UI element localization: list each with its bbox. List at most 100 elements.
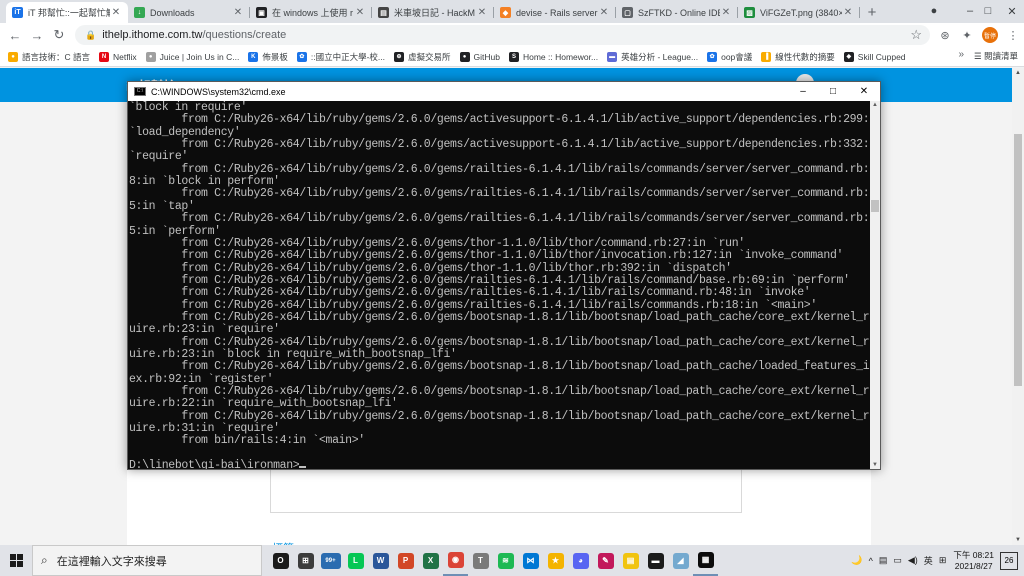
taskbar-app-cortana[interactable]: O [268, 545, 293, 576]
tab-close-icon[interactable]: ✕ [476, 7, 488, 18]
question-editor[interactable] [270, 467, 742, 513]
tab-close-icon[interactable]: ✕ [842, 7, 854, 18]
bookmark-item[interactable]: K 佈景板 [248, 48, 288, 66]
bookmark-item[interactable]: ✿::國立中正大學-校... [296, 48, 385, 66]
profile-avatar[interactable]: 暫停 [982, 27, 998, 43]
spotify-icon: ≋ [497, 552, 514, 569]
cmd-scroll-thumb[interactable] [871, 200, 879, 212]
address-url[interactable]: ithelp.ithome.com.tw/questions/create [102, 29, 286, 41]
back-button[interactable]: ← [4, 24, 26, 46]
browser-tab[interactable]: ▢ SzFTKD - Online IDE ✕ [616, 2, 738, 23]
taskbar-app-notes[interactable]: ▤ [618, 545, 643, 576]
bookmark-item[interactable]: ◆ Skill Cupped [843, 48, 906, 66]
bookmark-item[interactable]: S Home :: Homewor... [508, 48, 599, 66]
cmd-scroll-up-icon[interactable]: ▲ [870, 102, 880, 108]
taskbar-app-discord[interactable]: ◕ [568, 545, 593, 576]
cmd-output-line: from C:/Ruby26-x64/lib/ruby/gems/2.6.0/g… [129, 188, 870, 200]
scroll-up-arrow-icon[interactable]: ▲ [1012, 70, 1024, 76]
taskbar-app-typora[interactable]: T [468, 545, 493, 576]
browser-tab[interactable]: ↓ Downloads ✕ [128, 2, 250, 23]
forward-button[interactable]: → [26, 24, 48, 46]
taskbar-app-terminal[interactable]: ▬ [643, 545, 668, 576]
start-button[interactable] [0, 545, 32, 576]
taskbar-clock[interactable]: 下午 08:21 2021/8/27 [953, 550, 994, 572]
bookmark-favicon-icon: K [248, 51, 259, 62]
browser-tab[interactable]: ◆ devise - Rails server ✕ [494, 2, 616, 23]
cmd-title: C:\WINDOWS\system32\cmd.exe [151, 86, 286, 97]
reading-list-button[interactable]: ☰ 閱讀清單 [974, 50, 1018, 62]
cmd-close-button[interactable]: ✕ [849, 82, 879, 101]
bookmark-item[interactable]: N Netflix [99, 48, 137, 66]
taskbar-app-paint[interactable]: ✎ [593, 545, 618, 576]
page-scrollbar[interactable]: ▲ ▼ [1012, 68, 1024, 545]
tab-close-icon[interactable]: ✕ [720, 7, 732, 18]
page-scroll-thumb[interactable] [1014, 134, 1022, 386]
extensions-icon[interactable]: ✦ [956, 29, 978, 42]
bookmark-favicon-icon: N [99, 51, 110, 62]
address-bar[interactable]: 🔒 ithelp.ithome.com.tw/questions/create … [75, 25, 930, 45]
bookmark-item[interactable]: ● 語言技術：C 語言 [8, 48, 90, 66]
tab-search-icon[interactable]: ● [916, 0, 952, 22]
chrome-icon: ◉ [447, 551, 464, 568]
cmd-minimize-button[interactable]: – [788, 82, 818, 101]
extension-bubble-icon[interactable]: ⊛ [934, 29, 956, 42]
browser-tab[interactable]: ▤ 米車坡日記 - HackM ✕ [372, 2, 494, 23]
bookmark-item[interactable]: ⊕ 虛擬交易所 [393, 48, 451, 66]
tab-close-icon[interactable]: ✕ [354, 7, 366, 18]
cmd-line-text: uire.rb:22:in `require_with_bootsnap_lfi… [129, 397, 398, 411]
taskbar-search-placeholder: 在這裡輸入文字來搜尋 [56, 555, 167, 568]
ime-mode-icon[interactable]: ⊞ [939, 555, 947, 566]
cmd-maximize-button[interactable]: □ [818, 82, 848, 101]
browser-tab[interactable]: ▨ ViFGZeT.png (3840× ✕ [738, 2, 860, 23]
cmd-titlebar[interactable]: C:\ C:\WINDOWS\system32\cmd.exe – □ ✕ [128, 82, 880, 101]
weather-icon[interactable]: 🌙 [851, 555, 862, 566]
taskbar-app-chrome[interactable]: ◉ [443, 545, 468, 576]
reload-button[interactable]: ↻ [48, 24, 70, 46]
cmd-scroll-down-icon[interactable]: ▼ [870, 462, 880, 468]
close-window-button[interactable]: ✕ [994, 0, 1024, 22]
volume-icon[interactable]: ◀) [908, 555, 918, 566]
menu-kebab-icon[interactable]: ⋮ [1002, 29, 1024, 42]
cmd-scrollbar[interactable]: ▲ ▼ [870, 101, 880, 469]
taskbar-app-cmd[interactable]: ▦ [693, 545, 718, 576]
cmd-output[interactable]: `block in require' from C:/Ruby26-x64/li… [128, 101, 870, 469]
taskbar-app-store[interactable]: 99+ [318, 545, 343, 576]
taskbar-app-excel[interactable]: X [418, 545, 443, 576]
url-path: /questions/create [202, 29, 287, 41]
battery-icon[interactable]: ▭ [893, 555, 902, 566]
browser-tab[interactable]: ▣ 在 windows 上使用 r ✕ [250, 2, 372, 23]
browser-tab[interactable]: iT iT 邦幫忙::一起幫忙解 ✕ [6, 2, 128, 23]
taskbar-app-game[interactable]: ★ [543, 545, 568, 576]
bookmark-item[interactable]: ● GitHub [459, 48, 500, 66]
bookmark-item[interactable]: ✿ oop會議 [707, 48, 752, 66]
taskbar-app-sky[interactable]: ◢ [668, 545, 693, 576]
taskbar-app-spotify[interactable]: ≋ [493, 545, 518, 576]
network-icon[interactable]: ▤ [879, 555, 888, 566]
tab-title: 米車坡日記 - HackM [394, 8, 476, 18]
taskbar-app-word[interactable]: W [368, 545, 393, 576]
cmd-window[interactable]: C:\ C:\WINDOWS\system32\cmd.exe – □ ✕ `b… [127, 81, 881, 470]
cmd-line-text: from C:/Ruby26-x64/lib/ruby/gems/2.6.0/g… [129, 138, 870, 152]
taskbar-search-box[interactable]: ⌕ 在這裡輸入文字來搜尋 [32, 545, 262, 576]
cmd-line-text: from C:/Ruby26-x64/lib/ruby/gems/2.6.0/g… [129, 187, 870, 201]
notification-center-icon[interactable]: 26 [1000, 551, 1018, 570]
scroll-down-arrow-icon[interactable]: ▼ [1012, 537, 1024, 543]
tray-overflow-chevron-icon[interactable]: ^ [869, 556, 873, 566]
bookmark-star-icon[interactable]: ☆ [910, 27, 922, 43]
tab-close-icon[interactable]: ✕ [232, 7, 244, 18]
taskbar-app-powerpoint[interactable]: P [393, 545, 418, 576]
taskbar-app-line[interactable]: L [343, 545, 368, 576]
ime-indicator[interactable]: 英 [924, 554, 933, 567]
clock-time: 下午 08:21 [953, 549, 994, 560]
cmd-line-text: `load_dependency' [129, 125, 241, 139]
taskbar-app-vscode[interactable]: ⋈ [518, 545, 543, 576]
tab-close-icon[interactable]: ✕ [110, 7, 122, 18]
bookmark-label: Home :: Homewor... [522, 51, 599, 62]
tab-close-icon[interactable]: ✕ [598, 7, 610, 18]
bookmark-item[interactable]: ▐ 線性代數的摘要 [761, 48, 835, 66]
bookmark-item[interactable]: ● Juice | Join Us in C... [145, 48, 239, 66]
bookmarks-overflow-button[interactable]: » [958, 49, 964, 60]
bookmark-item[interactable]: ▬ 英雄分析 - League... [607, 48, 698, 66]
new-tab-button[interactable]: + [860, 2, 884, 23]
taskbar-app-task-view[interactable]: ⊞ [293, 545, 318, 576]
